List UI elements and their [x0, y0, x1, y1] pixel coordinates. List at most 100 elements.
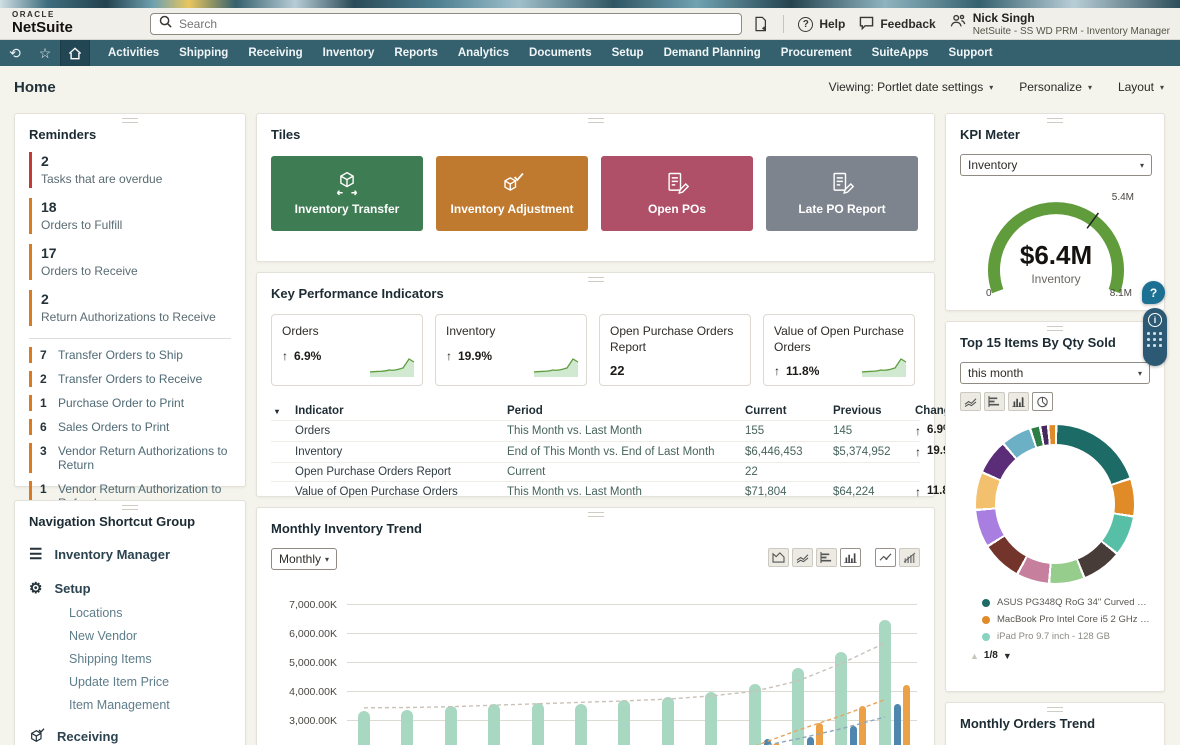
bar-inventory-green[interactable]	[532, 703, 544, 745]
top-items-period-select[interactable]: this month ▾	[960, 362, 1150, 384]
mline-chart-icon[interactable]	[792, 548, 813, 567]
table-expand-icon[interactable]: ▾	[271, 407, 295, 416]
shortcut-link[interactable]: Update Item Price	[69, 675, 231, 689]
table-header-indicator[interactable]: Indicator	[295, 405, 507, 417]
nav-tab-shipping[interactable]: Shipping	[169, 40, 238, 66]
bar3d-chart-icon[interactable]	[899, 548, 920, 567]
table-header-previous[interactable]: Previous	[833, 405, 915, 417]
nav-tab-receiving[interactable]: Receiving	[238, 40, 312, 66]
user-menu[interactable]: Nick Singh NetSuite - SS WD PRM - Invent…	[950, 11, 1170, 37]
netsuite-logo[interactable]: ORACLE NetSuite	[12, 11, 73, 35]
history-icon[interactable]: ⟲	[0, 40, 30, 66]
drag-handle[interactable]	[588, 118, 604, 123]
viewing-settings-dropdown[interactable]: Viewing: Portlet date settings ▾	[829, 80, 994, 94]
table-row[interactable]: InventoryEnd of This Month vs. End of La…	[271, 441, 920, 462]
floating-info-widget[interactable]: i	[1143, 308, 1167, 366]
create-new-icon[interactable]	[751, 15, 769, 33]
reminder-item[interactable]: 7Transfer Orders to Ship	[29, 347, 231, 363]
reminder-item[interactable]: 17Orders to Receive	[29, 244, 231, 280]
table-row[interactable]: OrdersThis Month vs. Last Month155145↑6.…	[271, 420, 920, 441]
drag-handle[interactable]	[588, 277, 604, 282]
bar-inventory-green[interactable]	[445, 706, 457, 745]
home-tab[interactable]	[60, 40, 90, 66]
reminder-item[interactable]: 18Orders to Fulfill	[29, 198, 231, 234]
shortcut-link[interactable]: Shipping Items	[69, 652, 231, 666]
shortcut-link[interactable]: Item Management	[69, 698, 231, 712]
bar-inventory-green[interactable]	[662, 697, 674, 745]
personalize-dropdown[interactable]: Personalize ▾	[1019, 80, 1092, 94]
kpi-meter-select[interactable]: Inventory ▾	[960, 154, 1152, 176]
kpi-card[interactable]: Orders↑6.9%	[271, 314, 423, 386]
mline-chart-icon[interactable]	[960, 392, 981, 411]
shortcut-group-head[interactable]: ⚙Setup	[29, 579, 231, 597]
col-chart-icon[interactable]	[840, 548, 861, 567]
table-header-period[interactable]: Period	[507, 405, 745, 417]
reminder-item[interactable]: 2Transfer Orders to Receive	[29, 371, 231, 387]
bar-inventory-green[interactable]	[488, 704, 500, 745]
drag-handle[interactable]	[122, 505, 138, 510]
star-icon[interactable]: ☆	[30, 40, 60, 66]
layout-dropdown[interactable]: Layout ▾	[1118, 80, 1164, 94]
tile-open-pos[interactable]: Open POs	[601, 156, 753, 231]
page-down-icon[interactable]: ▼	[1003, 651, 1012, 661]
nav-tab-inventory[interactable]: Inventory	[313, 40, 385, 66]
bar-series-blue[interactable]	[807, 737, 814, 745]
hbar-chart-icon[interactable]	[984, 392, 1005, 411]
col-chart-icon[interactable]	[1008, 392, 1029, 411]
bar-series-blue[interactable]	[764, 739, 771, 745]
bar-inventory-green[interactable]	[705, 692, 717, 745]
nav-tab-documents[interactable]: Documents	[519, 40, 602, 66]
bar-inventory-green[interactable]	[792, 668, 804, 745]
shortcut-root-inventory-manager[interactable]: ☰ Inventory Manager	[29, 545, 231, 563]
tile-late-po-report[interactable]: Late PO Report	[766, 156, 918, 231]
hbar-chart-icon[interactable]	[816, 548, 837, 567]
help-button[interactable]: ? Help	[798, 17, 845, 32]
bar-inventory-green[interactable]	[358, 711, 370, 745]
kpi-card[interactable]: Inventory↑19.9%	[435, 314, 587, 386]
legend-item[interactable]: iPad Pro 9.7 inch - 128 GB	[982, 631, 1150, 642]
global-search[interactable]	[150, 13, 742, 35]
top-items-donut-chart[interactable]	[976, 425, 1134, 583]
table-row[interactable]: Value of Open Purchase OrdersThis Month …	[271, 481, 920, 502]
legend-item[interactable]: MacBook Pro Intel Core i5 2 GHz Dual-Cor…	[982, 614, 1150, 625]
nav-tab-procurement[interactable]: Procurement	[771, 40, 862, 66]
nav-tab-reports[interactable]: Reports	[384, 40, 447, 66]
bar-inventory-green[interactable]	[835, 652, 847, 745]
drag-handle[interactable]	[588, 512, 604, 517]
bar-inventory-green[interactable]	[575, 704, 587, 745]
trend-period-select[interactable]: Monthly ▾	[271, 548, 337, 570]
drag-handle[interactable]	[1047, 118, 1063, 123]
bar-series-orange[interactable]	[816, 723, 823, 745]
bar-inventory-green[interactable]	[749, 684, 761, 745]
pie-chart-icon[interactable]	[1032, 392, 1053, 411]
reminder-item[interactable]: 6Sales Orders to Print	[29, 419, 231, 435]
reminder-item[interactable]: 2Return Authorizations to Receive	[29, 290, 231, 326]
drag-handle[interactable]	[1047, 707, 1063, 712]
line-chart-icon[interactable]	[875, 548, 896, 567]
bar-inventory-green[interactable]	[879, 620, 891, 745]
reminder-item[interactable]: 1Purchase Order to Print	[29, 395, 231, 411]
shortcut-link[interactable]: New Vendor	[69, 629, 231, 643]
feedback-button[interactable]: Feedback	[859, 16, 935, 33]
bar-series-blue[interactable]	[894, 704, 901, 745]
reminder-item[interactable]: 2Tasks that are overdue	[29, 152, 231, 188]
drag-handle[interactable]	[122, 118, 138, 123]
nav-tab-activities[interactable]: Activities	[98, 40, 169, 66]
kpi-card[interactable]: Value of Open Purchase Orders↑11.8%	[763, 314, 915, 386]
table-header-current[interactable]: Current	[745, 405, 833, 417]
bar-series-orange[interactable]	[859, 706, 866, 745]
legend-item[interactable]: ASUS PG348Q RoG 34" Curved 21:9 QHD IP..…	[982, 597, 1150, 608]
tile-inventory-transfer[interactable]: Inventory Transfer	[271, 156, 423, 231]
kpi-card[interactable]: Open Purchase Orders Report22	[599, 314, 751, 386]
nav-tab-support[interactable]: Support	[939, 40, 1003, 66]
floating-help-icon[interactable]: ?	[1142, 281, 1165, 304]
nav-tab-demand-planning[interactable]: Demand Planning	[654, 40, 771, 66]
bar-series-blue[interactable]	[850, 726, 857, 745]
drag-handle[interactable]	[1047, 326, 1063, 331]
tile-inventory-adjustment[interactable]: Inventory Adjustment	[436, 156, 588, 231]
reminder-item[interactable]: 3Vendor Return Authorizations to Return	[29, 443, 231, 473]
bar-series-orange[interactable]	[903, 685, 910, 745]
bar-inventory-green[interactable]	[618, 700, 630, 745]
page-up-icon[interactable]: ▲	[970, 651, 979, 661]
bar-inventory-green[interactable]	[401, 710, 413, 745]
